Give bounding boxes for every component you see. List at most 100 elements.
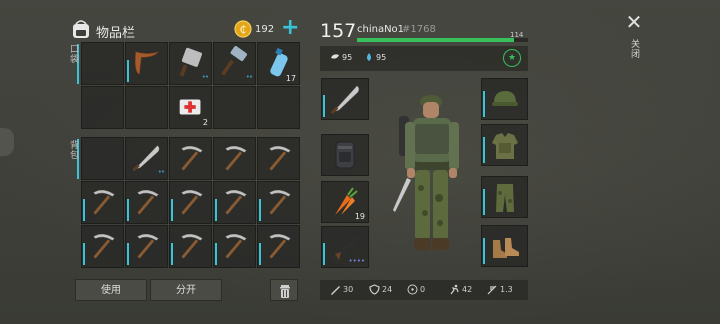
player-name: chinaNo1 bbox=[357, 24, 405, 35]
speed-icon bbox=[450, 284, 459, 295]
backpack-slot[interactable] bbox=[81, 181, 124, 224]
pocket-slot[interactable] bbox=[125, 86, 168, 129]
durability-bar bbox=[127, 243, 129, 265]
backpack-slot[interactable] bbox=[81, 225, 124, 268]
vest-icon bbox=[492, 133, 518, 159]
thirst-value: 95 bbox=[376, 53, 387, 62]
hunger-icon bbox=[331, 54, 339, 59]
coin-icon: ₵ bbox=[234, 20, 252, 38]
durability-bar bbox=[483, 189, 485, 215]
legs-slot[interactable] bbox=[481, 176, 528, 218]
xp-bar-fill bbox=[357, 38, 515, 42]
radiation-stat: 0 bbox=[407, 284, 426, 295]
backpack-slot[interactable] bbox=[125, 181, 168, 224]
durability-bar bbox=[259, 243, 261, 265]
backpack-slot[interactable] bbox=[321, 134, 369, 176]
quality-dots: •• bbox=[157, 168, 165, 176]
star-button[interactable]: ★ bbox=[503, 49, 521, 67]
backpack-slot[interactable]: •• bbox=[125, 137, 168, 180]
backpack-slot[interactable] bbox=[213, 225, 256, 268]
pickaxe-icon bbox=[181, 145, 203, 171]
durability-bar bbox=[127, 60, 129, 82]
pants-icon bbox=[496, 184, 514, 212]
backpack-grid: •• bbox=[81, 137, 300, 268]
side-drawer-handle[interactable] bbox=[0, 128, 14, 156]
quality-dots: •••• bbox=[348, 257, 365, 265]
pocket-slot[interactable] bbox=[81, 42, 124, 85]
helmet-icon bbox=[492, 91, 518, 106]
pocket-slot[interactable] bbox=[257, 86, 300, 129]
player-level: 157 bbox=[320, 20, 357, 42]
backpack-icon bbox=[73, 20, 89, 38]
durability-bar bbox=[83, 199, 85, 221]
trash-icon bbox=[280, 285, 290, 298]
item-quantity: 2 bbox=[202, 118, 208, 127]
pocket-slot[interactable]: •• bbox=[213, 42, 256, 85]
head-slot[interactable] bbox=[481, 78, 528, 120]
player-character bbox=[393, 95, 459, 250]
speed-value: 42 bbox=[462, 285, 473, 294]
pocket-slot[interactable]: 2 bbox=[169, 86, 212, 129]
boomerang-icon bbox=[134, 51, 160, 75]
durability-bar bbox=[127, 199, 129, 221]
radiation-value: 0 bbox=[420, 285, 426, 294]
pickaxe-icon bbox=[137, 233, 159, 259]
speed-stat: 42 bbox=[450, 284, 473, 295]
body-slot[interactable] bbox=[481, 124, 528, 166]
backpack-label: 背包 bbox=[68, 140, 78, 160]
pocket-label: 口袋 bbox=[68, 44, 78, 64]
pickaxe-icon bbox=[93, 233, 115, 259]
backpack-slot[interactable] bbox=[257, 137, 300, 180]
star-icon: ★ bbox=[507, 53, 517, 63]
pickaxe-icon bbox=[93, 189, 115, 215]
backpack-slot[interactable] bbox=[81, 137, 124, 180]
firearm-slot[interactable]: •••• bbox=[321, 226, 369, 268]
durability-bar bbox=[171, 243, 173, 265]
pocket-slot[interactable]: •• bbox=[169, 42, 212, 85]
backpack-icon bbox=[335, 141, 355, 169]
pickaxe-icon bbox=[137, 189, 159, 215]
backpack-slot[interactable] bbox=[257, 181, 300, 224]
pocket-slot[interactable] bbox=[125, 42, 168, 85]
damage-value: 30 bbox=[343, 285, 354, 294]
durability-bar bbox=[259, 199, 261, 221]
durability-bar bbox=[215, 243, 217, 265]
feet-slot[interactable] bbox=[481, 225, 528, 267]
backpack-slot[interactable] bbox=[257, 225, 300, 268]
close-button[interactable]: ✕ bbox=[624, 12, 644, 32]
attack-speed-stat: 1.3 bbox=[487, 285, 513, 295]
split-button[interactable]: 分开 bbox=[150, 279, 222, 301]
backpack-slot[interactable] bbox=[213, 137, 256, 180]
backpack-slot[interactable] bbox=[169, 137, 212, 180]
attack-speed-value: 1.3 bbox=[500, 285, 513, 294]
attack-speed-icon bbox=[487, 285, 497, 295]
food-quantity: 19 bbox=[354, 212, 365, 221]
pickaxe-icon bbox=[181, 189, 203, 215]
boots-icon bbox=[493, 238, 519, 258]
close-label[interactable]: 关闭 bbox=[627, 39, 641, 59]
pocket-slot[interactable] bbox=[213, 86, 256, 129]
quality-dots: •• bbox=[201, 73, 209, 81]
durability-bar bbox=[323, 95, 325, 117]
pickaxe-icon bbox=[269, 233, 291, 259]
close-icon: ✕ bbox=[625, 10, 643, 34]
pocket-grid: •• •• 17 2 bbox=[81, 42, 300, 129]
durability-bar bbox=[323, 243, 325, 265]
xp-bar bbox=[357, 38, 528, 42]
trash-button[interactable] bbox=[270, 279, 298, 301]
backpack-slot[interactable] bbox=[169, 181, 212, 224]
use-button[interactable]: 使用 bbox=[75, 279, 147, 301]
food-slot[interactable]: 19 bbox=[321, 181, 369, 223]
backpack-slot[interactable] bbox=[169, 225, 212, 268]
backpack-slot[interactable] bbox=[213, 181, 256, 224]
pocket-slot[interactable] bbox=[81, 86, 124, 129]
pickaxe-icon bbox=[225, 189, 247, 215]
machete-icon bbox=[330, 85, 360, 115]
pocket-slot[interactable]: 17 bbox=[257, 42, 300, 85]
add-coins-button[interactable]: + bbox=[281, 17, 299, 39]
durability-bar bbox=[483, 238, 485, 264]
backpack-slot[interactable] bbox=[125, 225, 168, 268]
weapon-slot[interactable] bbox=[321, 78, 369, 120]
water-drop-icon bbox=[367, 53, 371, 61]
pickaxe-icon bbox=[181, 233, 203, 259]
